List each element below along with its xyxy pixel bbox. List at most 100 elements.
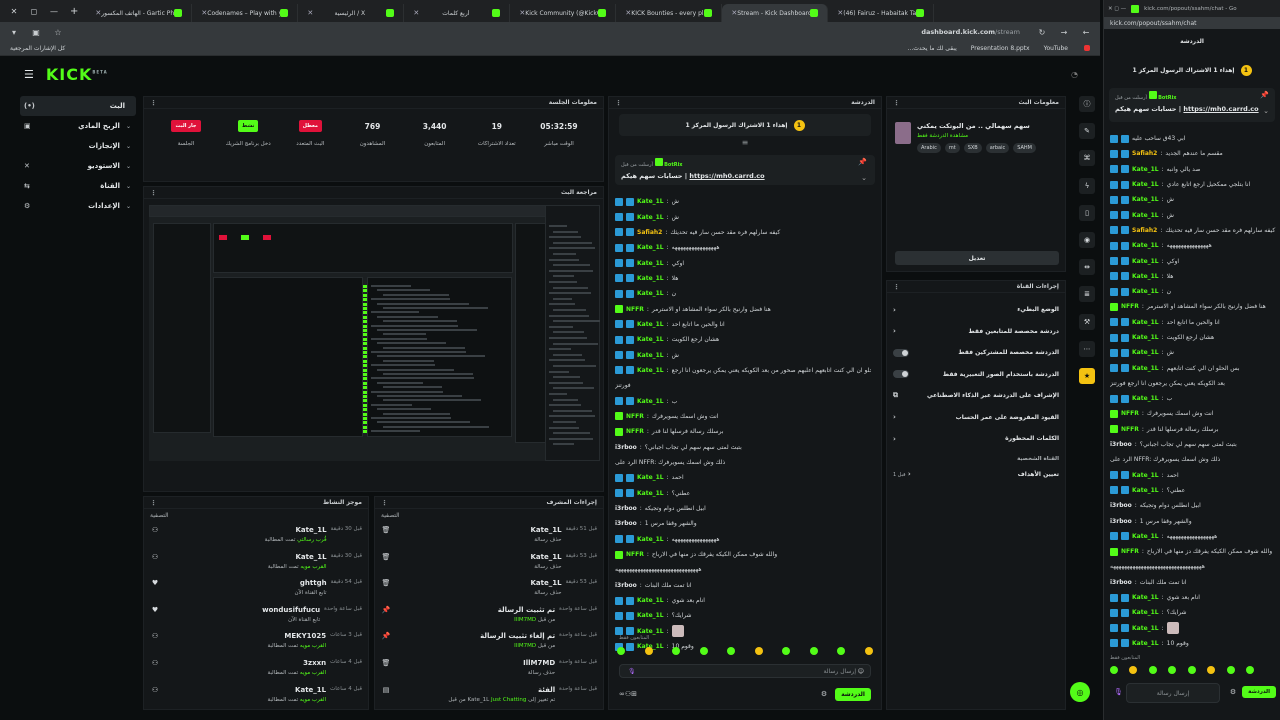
chat-username[interactable]: NFFR xyxy=(626,413,644,420)
feed-username[interactable]: MEKY1025 xyxy=(164,632,326,640)
chat-username[interactable]: Safiah2 xyxy=(1132,150,1157,157)
reload-icon[interactable]: ↻ xyxy=(1036,28,1048,37)
pinned-by-user[interactable]: BotRix xyxy=(1158,95,1176,101)
chat-username[interactable]: NFFR xyxy=(626,428,644,435)
pinned-gift-banner[interactable]: إهداء 1 الاشتراك الرسول المركز 1 1 xyxy=(1112,56,1272,84)
chat-username[interactable]: NFFR xyxy=(1121,410,1139,417)
more-options-icon[interactable]: ⋮ xyxy=(893,283,900,291)
chat-username[interactable]: Kate_1L xyxy=(637,490,664,497)
stream-tag[interactable]: mt xyxy=(944,143,960,153)
chat-input[interactable]: 🎙 إرسال رسالة ☺ xyxy=(619,664,871,678)
pin-icon[interactable]: 📌 xyxy=(1260,91,1269,99)
emoji-icon[interactable]: ☺ xyxy=(858,668,864,675)
chat-username[interactable]: Kate_1L xyxy=(1132,258,1159,265)
chat-username[interactable]: Kate_1L xyxy=(1132,395,1159,402)
chat-username[interactable]: Kate_1L xyxy=(1132,196,1159,203)
share-icon[interactable]: ⋯ xyxy=(1079,340,1095,357)
tab-list-icon[interactable]: ▾ xyxy=(8,28,20,37)
help-button[interactable]: ◎ xyxy=(1070,682,1090,702)
emote-icon[interactable] xyxy=(672,647,681,655)
feed-username[interactable]: 3zxxn xyxy=(164,659,326,667)
channel-action-row[interactable]: ⧉ الإشراف على الدردشة عبر الذكاء الاصطناع… xyxy=(887,385,1065,407)
send-chat-button[interactable]: الدردشة xyxy=(835,687,871,701)
chat-username[interactable]: i3rboo xyxy=(615,444,637,451)
chat-username[interactable]: Kate_1L xyxy=(637,536,664,543)
browser-tab[interactable]: ✕ الرئيسية / X xyxy=(298,4,405,22)
more-options-icon[interactable]: ⋮ xyxy=(150,499,157,507)
feed-username[interactable]: تم تثبيت الرسالة xyxy=(395,606,555,614)
emote-icon[interactable] xyxy=(699,647,708,655)
forward-icon[interactable]: → xyxy=(1058,28,1070,37)
chat-username[interactable]: Kate_1L xyxy=(1132,181,1159,188)
chat-username[interactable]: Kate_1L xyxy=(637,244,664,251)
stream-tag[interactable]: SAHM xyxy=(1013,143,1036,153)
emote-icon[interactable] xyxy=(809,647,818,655)
chat-username[interactable]: Safiah2 xyxy=(637,229,662,236)
back-icon[interactable]: ← xyxy=(1080,28,1092,37)
close-window-icon[interactable]: ✕ xyxy=(4,7,24,16)
sidebar-item[interactable]: ⚙ الإعدادات ⌄ xyxy=(20,196,136,216)
stream-preview-video[interactable] xyxy=(149,205,600,461)
pinned-by-user[interactable]: BotRix xyxy=(664,162,682,168)
window-restore-icon[interactable]: ◻ xyxy=(24,7,44,16)
settings-icon[interactable]: ⚙ xyxy=(1230,688,1236,696)
chat-username[interactable]: i3rboo xyxy=(1110,579,1132,586)
channel-action-row[interactable]: › دردشة مخصصة للمتابعين فقط xyxy=(887,321,1065,343)
info-icon[interactable]: ⓘ xyxy=(1079,96,1095,112)
feed-highlight[interactable]: IllM7MD xyxy=(514,617,536,623)
more-options-icon[interactable]: ⋮ xyxy=(893,99,900,107)
bookmark-link[interactable]: YouTube xyxy=(1044,45,1068,52)
users-icon[interactable]: ∞⚇ xyxy=(619,690,631,698)
set-goals-row[interactable]: قبل 1 › تعيين الأهداف xyxy=(887,464,1065,486)
browser-tab[interactable]: ✕(46) Fairuz - Habaitak Ta Neser xyxy=(828,4,935,22)
chat-username[interactable]: Kate_1L xyxy=(1132,640,1159,647)
emote-icon[interactable] xyxy=(644,647,653,655)
feed-username[interactable]: Kate_1L xyxy=(164,686,326,694)
feed-username[interactable]: Kate_1L xyxy=(395,579,562,587)
browser-tab[interactable]: ✕Kick Community (@KickCommu xyxy=(510,4,617,22)
chat-username[interactable]: Kate_1L xyxy=(637,398,664,405)
bolt-icon[interactable]: ϟ xyxy=(1079,177,1095,194)
channel-action-row[interactable]: › الوضع البطيء xyxy=(887,299,1065,321)
sidebar-item[interactable]: ✕ الاستوديو ⌄ xyxy=(20,156,136,176)
bookmark-link[interactable]: ...يبقى لك ما يحدث xyxy=(908,45,957,52)
toggle-switch[interactable] xyxy=(893,348,909,357)
chat-username[interactable]: Safiah2 xyxy=(1132,227,1157,234)
sidebar-item[interactable]: الإنجازات ⌄ xyxy=(20,136,136,156)
channel-action-row[interactable]: › القيود المفروضة على عمر الحساب xyxy=(887,407,1065,429)
chat-username[interactable]: Kate_1L xyxy=(1132,349,1159,356)
emote-icon[interactable] xyxy=(1110,666,1118,674)
emote-icon[interactable] xyxy=(1129,666,1138,674)
feed-highlight[interactable]: القرب مويه xyxy=(300,564,326,570)
chat-username[interactable]: Kate_1L xyxy=(637,612,664,619)
chat-username[interactable]: Kate_1L xyxy=(637,367,664,374)
emote-icon[interactable] xyxy=(864,647,873,655)
wrench-icon[interactable]: ⚒ xyxy=(1079,313,1095,330)
emote-icon[interactable] xyxy=(1148,666,1157,674)
feed-highlight[interactable]: IllM7MD xyxy=(514,643,536,649)
emote-icon[interactable] xyxy=(727,647,736,655)
feed-highlight[interactable]: Just Chatting xyxy=(491,697,526,703)
chat-username[interactable]: i3rboo xyxy=(1110,441,1132,448)
sidebar-item[interactable]: ⇆ القناة ⌄ xyxy=(20,176,136,196)
chat-username[interactable]: Kate_1L xyxy=(1132,212,1159,219)
pencil-icon[interactable]: ✎ xyxy=(1079,123,1095,140)
more-options-icon[interactable]: ⋮ xyxy=(615,99,622,107)
feed-username[interactable]: IllM7MD xyxy=(395,659,555,667)
feed-highlight[interactable]: القرب مويه xyxy=(300,697,326,703)
emote-icon[interactable] xyxy=(1187,666,1196,674)
chat-username[interactable]: NFFR xyxy=(1121,303,1139,310)
chat-username[interactable]: Kate_1L xyxy=(637,336,664,343)
chat-username[interactable]: Kate_1L xyxy=(1132,273,1159,280)
chat-username[interactable]: Kate_1L xyxy=(637,290,664,297)
link-icon[interactable]: ⇹ xyxy=(1079,259,1095,276)
external-link-icon[interactable]: ⧉ xyxy=(893,391,898,400)
browser-tab[interactable]: ✕Codenames – Play with your Fr xyxy=(192,4,299,22)
channel-action-row[interactable]: الدردشة مخصصة للمشتركين فقط xyxy=(887,342,1065,364)
url-field[interactable]: dashboard.kick.com/stream xyxy=(921,28,1020,36)
chevron-right-icon[interactable]: › xyxy=(893,435,896,443)
star-icon[interactable]: ★ xyxy=(1079,367,1095,384)
kick-logo[interactable]: KICKBETA xyxy=(46,65,108,84)
chevron-right-icon[interactable]: › xyxy=(893,413,896,421)
emote-icon[interactable] xyxy=(782,647,791,655)
